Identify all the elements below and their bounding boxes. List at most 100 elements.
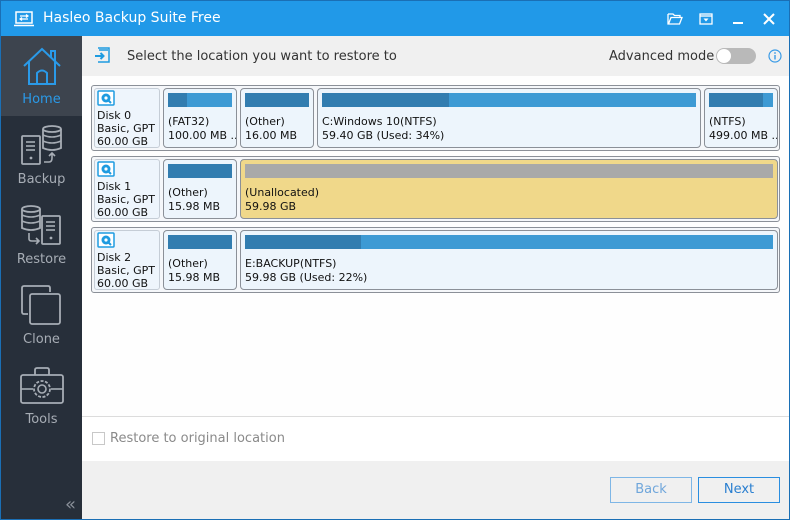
partition-size: 16.00 MB [245, 129, 298, 142]
close-icon [763, 13, 775, 25]
clone-icon [21, 285, 61, 325]
sidebar-item-label: Clone [23, 332, 60, 347]
disk-icon [97, 232, 115, 248]
partition[interactable]: (Other) 16.00 MB [240, 88, 314, 148]
restore-target-icon [95, 47, 110, 63]
partition[interactable]: C:Windows 10(NTFS) 59.40 GB (Used: 34%) [317, 88, 701, 148]
disk-name: Disk 1 [97, 180, 132, 193]
app-window: Hasleo Backup Suite Free Home Backup Res… [0, 0, 790, 520]
partition-size: 59.98 GB [245, 200, 297, 213]
sidebar-item-restore[interactable]: Restore [1, 196, 82, 276]
disk-row[interactable]: Disk 1 Basic, GPT 60.00 GB (Other) 15.98… [91, 156, 780, 222]
partition[interactable]: (Other) 15.98 MB [163, 159, 237, 219]
unallocated-partition[interactable]: (Unallocated) 59.98 GB [240, 159, 778, 219]
collapse-sidebar-button[interactable]: « [65, 495, 81, 515]
usage-bar-used [709, 93, 764, 107]
tools-icon [20, 367, 64, 404]
disk-row[interactable]: Disk 0 Basic, GPT 60.00 GB (FAT32) 100.0… [91, 85, 780, 151]
disk-row[interactable]: Disk 2 Basic, GPT 60.00 GB (Other) 15.98… [91, 227, 780, 293]
partition[interactable]: (Other) 15.98 MB [163, 230, 237, 290]
disk-name: Disk 2 [97, 251, 132, 264]
back-button[interactable]: Back [610, 477, 692, 503]
close-button[interactable] [759, 9, 779, 29]
window-title: Hasleo Backup Suite Free [43, 10, 221, 26]
info-icon[interactable] [768, 49, 782, 63]
partition-size: 59.98 GB (Used: 22%) [245, 271, 368, 284]
advanced-mode-label: Advanced mode [609, 49, 715, 64]
disk-size: 60.00 GB [97, 277, 149, 290]
home-icon [23, 47, 61, 85]
usage-bar-used [168, 93, 188, 107]
disk-list: Disk 0 Basic, GPT 60.00 GB (FAT32) 100.0… [82, 76, 789, 417]
app-logo-icon [14, 11, 34, 27]
partition-label: E:BACKUP(NTFS) [245, 257, 337, 270]
usage-bar [322, 93, 696, 107]
usage-bar [709, 93, 773, 107]
partition-label: (Other) [245, 115, 285, 128]
sidebar-item-home[interactable]: Home [1, 36, 85, 116]
disk-type: Basic, GPT [97, 193, 155, 206]
disk-icon [97, 90, 115, 106]
partition-label: (NTFS) [709, 115, 746, 128]
page-instruction: Select the location you want to restore … [127, 49, 397, 64]
partition[interactable]: (FAT32) 100.00 MB ... [163, 88, 237, 148]
disk-icon [97, 161, 115, 177]
disk-info: Disk 2 Basic, GPT 60.00 GB [94, 230, 160, 290]
disk-name: Disk 0 [97, 109, 132, 122]
usage-bar [168, 93, 232, 107]
partition-size: 499.00 MB ... [709, 129, 778, 142]
restore-options: Restore to original location [82, 417, 789, 461]
usage-bar [245, 93, 309, 107]
restore-original-checkbox[interactable] [92, 432, 105, 445]
partition-label: (Other) [168, 257, 208, 270]
usage-bar [168, 164, 232, 178]
sidebar: Home Backup Restore Clone Tools « [1, 36, 85, 519]
partition-label: C:Windows 10(NTFS) [322, 115, 437, 128]
header-bar: Select the location you want to restore … [82, 36, 789, 76]
partition-size: 100.00 MB ... [168, 129, 237, 142]
next-button[interactable]: Next [698, 477, 780, 503]
usage-bar-used [322, 93, 450, 107]
disk-info: Disk 0 Basic, GPT 60.00 GB [94, 88, 160, 148]
sidebar-item-clone[interactable]: Clone [1, 276, 82, 356]
sidebar-item-label: Home [22, 92, 61, 107]
partition[interactable]: E:BACKUP(NTFS) 59.98 GB (Used: 22%) [240, 230, 778, 290]
partition-size: 59.40 GB (Used: 34%) [322, 129, 445, 142]
disk-info: Disk 1 Basic, GPT 60.00 GB [94, 159, 160, 219]
title-bar: Hasleo Backup Suite Free [1, 1, 789, 36]
usage-bar [245, 235, 773, 249]
sidebar-item-label: Backup [17, 172, 66, 187]
minimize-icon [733, 22, 743, 24]
usage-bar [168, 235, 232, 249]
menu-button[interactable] [696, 9, 716, 29]
sidebar-item-tools[interactable]: Tools [1, 356, 82, 436]
restore-icon [21, 205, 61, 245]
usage-bar-used [245, 93, 309, 107]
usage-bar-used [245, 235, 362, 249]
open-folder-button[interactable] [665, 9, 685, 29]
folder-open-icon [667, 13, 683, 25]
sidebar-item-backup[interactable]: Backup [1, 116, 82, 196]
partition-label: (Unallocated) [245, 186, 320, 199]
dropdown-menu-icon [699, 13, 713, 25]
partition-size: 15.98 MB [168, 200, 221, 213]
main-panel: Select the location you want to restore … [82, 36, 789, 519]
partition-label: (FAT32) [168, 115, 210, 128]
disk-type: Basic, GPT [97, 122, 155, 135]
sidebar-item-label: Tools [25, 412, 58, 427]
toggle-knob [717, 49, 731, 63]
disk-size: 60.00 GB [97, 135, 149, 148]
minimize-button[interactable] [728, 9, 748, 29]
disk-size: 60.00 GB [97, 206, 149, 219]
advanced-mode-toggle[interactable] [716, 48, 756, 64]
restore-original-label: Restore to original location [110, 431, 285, 446]
sidebar-item-label: Restore [16, 252, 67, 267]
usage-bar [245, 164, 773, 178]
partition[interactable]: (NTFS) 499.00 MB ... [704, 88, 778, 148]
usage-bar-used [168, 235, 232, 249]
partition-size: 15.98 MB [168, 271, 221, 284]
footer: Back Next [82, 461, 789, 519]
disk-type: Basic, GPT [97, 264, 155, 277]
partition-label: (Other) [168, 186, 208, 199]
usage-bar-used [168, 164, 232, 178]
